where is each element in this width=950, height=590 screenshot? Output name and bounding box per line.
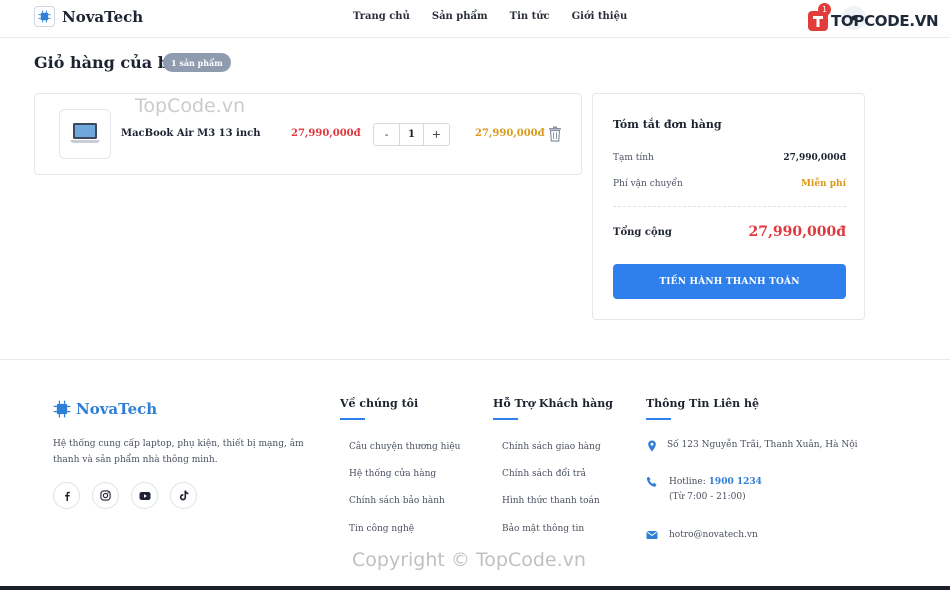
about-link-story[interactable]: Câu chuyện thương hiệu [349,442,460,452]
product-thumbnail[interactable] [59,109,111,159]
support-link-shipping[interactable]: Chính sách giao hàng [502,442,601,452]
footer-description: Hệ thống cung cấp laptop, phụ kiện, thiế… [53,439,304,465]
subtotal-label: Tạm tính [613,153,654,163]
brand-name: NovaTech [62,7,144,26]
subtotal-row: Tạm tính 27,990,000đ [613,153,846,163]
subtotal-value: 27,990,000đ [783,153,846,163]
footer-brand-name: NovaTech [76,400,158,418]
logo[interactable]: NovaTech [34,6,143,27]
hotline-label: Hotline: [669,477,706,487]
shipping-label: Phí vận chuyển [613,179,683,189]
product-name[interactable]: MacBook Air M3 13 inch [121,128,260,139]
hotline-number[interactable]: 1900 1234 [709,477,762,487]
quantity-stepper: - 1 + [373,123,450,146]
contact-email[interactable]: hotro@novatech.vn [669,528,758,543]
about-underline [340,418,365,420]
phone-icon [646,476,657,487]
tiktok-link[interactable] [170,482,197,509]
social-links [53,482,197,509]
laptop-image [70,123,100,143]
support-underline [493,418,518,420]
total-value: 27,990,000đ [748,224,846,240]
facebook-icon [64,491,70,501]
contact-hours: (Từ 7:00 - 21:00) [669,492,746,502]
decrease-button[interactable]: - [374,124,399,145]
line-total: 27,990,000đ [475,128,545,139]
nav-about[interactable]: Giới thiệu [572,11,628,22]
trash-icon[interactable] [548,126,562,142]
watermark-bottom: Copyright © TopCode.vn [352,549,586,571]
chip-icon [34,6,55,27]
quantity-value[interactable]: 1 [399,124,424,145]
total-label: Tổng cộng [613,226,672,238]
checkout-button[interactable]: TIẾN HÀNH THANH TOÁN [613,264,846,299]
nav-products[interactable]: Sản phẩm [432,11,488,22]
chip-icon [53,400,71,418]
nav-home[interactable]: Trang chủ [353,11,410,22]
email-icon [646,531,658,539]
support-link-payment[interactable]: Hình thức thanh toán [502,496,600,506]
contact-underline [646,418,671,420]
support-link-returns[interactable]: Chính sách đổi trả [502,469,586,479]
contact-address: Số 123 Nguyễn Trãi, Thanh Xuân, Hà Nội [667,440,858,450]
site-header: NovaTech Trang chủ Sản phẩm Tin tức Giới… [0,0,950,38]
footer-divider [0,359,950,360]
facebook-link[interactable] [53,482,80,509]
about-link-tech-news[interactable]: Tin công nghệ [349,524,414,534]
support-link-privacy[interactable]: Bảo mật thông tin [502,524,584,534]
about-link-warranty[interactable]: Chính sách bảo hành [349,496,445,506]
unit-price: 27,990,000đ [291,128,361,139]
about-heading: Về chúng tôi [340,397,419,410]
shipping-row: Phí vận chuyển Miễn phí [613,179,846,189]
summary-title: Tóm tắt đơn hàng [613,118,722,131]
about-link-stores[interactable]: Hệ thống cửa hàng [349,469,436,479]
location-icon [648,440,656,452]
contact-heading: Thông Tin Liên hệ [646,397,759,410]
cart-badge: 1 [818,3,831,16]
item-count-badge: 1 sản phẩm [163,53,231,72]
support-heading: Hỗ Trợ Khách hàng [493,397,613,410]
youtube-link[interactable] [131,482,158,509]
order-summary-panel: Tóm tắt đơn hàng Tạm tính 27,990,000đ Ph… [592,93,865,320]
shipping-value: Miễn phí [800,179,846,189]
contact-hotline: Hotline: 1900 1234 [669,475,762,490]
tiktok-icon [179,490,188,501]
bottom-bar [0,586,950,590]
topcode-logo-text: TOPCODE.VN [831,12,939,30]
instagram-link[interactable] [92,482,119,509]
footer-logo[interactable]: NovaTech [53,400,157,418]
main-nav: Trang chủ Sản phẩm Tin tức Giới thiệu [353,11,627,22]
increase-button[interactable]: + [424,124,449,145]
watermark-top: TopCode.vn [135,95,246,117]
youtube-icon [139,491,150,500]
instagram-icon [100,490,111,501]
summary-divider [613,206,846,207]
nav-news[interactable]: Tin tức [510,11,550,22]
cart-items-panel: MacBook Air M3 13 inch 27,990,000đ - 1 +… [34,93,582,175]
total-row: Tổng cộng 27,990,000đ [613,224,846,240]
